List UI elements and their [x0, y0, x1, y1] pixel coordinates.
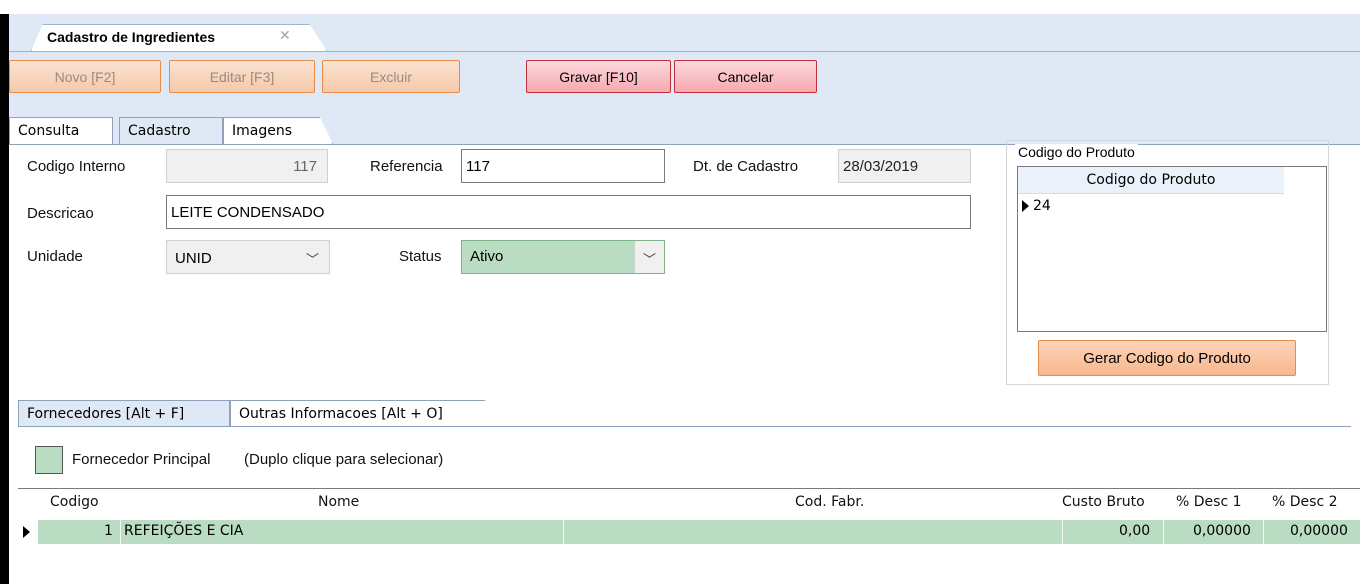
- produto-group-title: Codigo do Produto: [1015, 144, 1138, 160]
- status-select-value: Ativo: [470, 248, 504, 265]
- chevron-down-icon: ﹀: [305, 252, 319, 267]
- descricao-label: Descricao: [27, 205, 94, 222]
- row-pointer-icon: [1022, 200, 1029, 212]
- col-header-desc1[interactable]: % Desc 1: [1176, 494, 1242, 510]
- chevron-down-icon: ﹀: [642, 252, 656, 267]
- status-select[interactable]: Ativo ﹀: [461, 240, 665, 274]
- legend-label: Fornecedor Principal: [72, 451, 211, 468]
- row-pointer-icon: [23, 526, 30, 538]
- unidade-label: Unidade: [27, 248, 83, 265]
- tab-cadastro[interactable]: Cadastro: [119, 117, 223, 144]
- col-header-nome[interactable]: Nome: [318, 494, 359, 510]
- cell-codigo: 1: [104, 523, 113, 539]
- status-dropdown-button[interactable]: ﹀: [634, 241, 664, 273]
- cell-nome: REFEIÇÕES E CIA: [124, 523, 244, 539]
- legend-hint: (Duplo clique para selecionar): [244, 451, 444, 468]
- tab-fornecedores[interactable]: Fornecedores [Alt + F]: [18, 400, 230, 427]
- window-left-border: [0, 14, 9, 584]
- produto-grid-row[interactable]: 24: [1018, 195, 1284, 219]
- produto-grid[interactable]: Codigo do Produto 24: [1017, 166, 1327, 332]
- subtabs-divider: [18, 426, 1351, 427]
- col-header-codigo[interactable]: Codigo: [50, 494, 99, 510]
- codigo-interno-label: Codigo Interno: [27, 158, 126, 175]
- tab-imagens[interactable]: Imagens: [223, 117, 333, 144]
- descricao-field[interactable]: LEITE CONDENSADO: [166, 195, 971, 229]
- screen-top-margin: [0, 0, 1360, 14]
- novo-button[interactable]: Novo [F2]: [9, 60, 161, 93]
- cell-desc2: 0,00000: [1290, 523, 1348, 539]
- editar-button[interactable]: Editar [F3]: [169, 60, 315, 93]
- produto-grid-header: Codigo do Produto: [1018, 167, 1284, 194]
- referencia-label: Referencia: [370, 158, 443, 175]
- col-header-cod-fabr[interactable]: Cod. Fabr.: [795, 494, 864, 510]
- gravar-button[interactable]: Gravar [F10]: [526, 60, 671, 93]
- codigo-interno-field: 117: [166, 149, 328, 183]
- document-tab-title: Cadastro de Ingredientes: [47, 29, 216, 45]
- column-separator: [1263, 520, 1264, 544]
- col-header-custo-bruto[interactable]: Custo Bruto: [1062, 494, 1145, 510]
- fornecedor-principal-swatch: [35, 446, 63, 474]
- column-separator: [563, 520, 564, 544]
- gerar-codigo-button[interactable]: Gerar Codigo do Produto: [1038, 340, 1296, 376]
- dt-cadastro-label: Dt. de Cadastro: [693, 158, 799, 175]
- column-separator: [1062, 520, 1063, 544]
- unidade-select[interactable]: UNID ﹀: [166, 240, 330, 274]
- tab-outras-informacoes[interactable]: Outras Informacoes [Alt + O]: [230, 400, 513, 427]
- cancelar-button[interactable]: Cancelar: [674, 60, 817, 93]
- column-separator: [120, 520, 121, 544]
- produto-code: 24: [1033, 198, 1051, 214]
- cell-custo-bruto: 0,00: [1119, 523, 1151, 539]
- excluir-button[interactable]: Excluir: [322, 60, 460, 93]
- cell-desc1: 0,00000: [1193, 523, 1251, 539]
- tab-consulta[interactable]: Consulta: [9, 117, 113, 144]
- dt-cadastro-field: 28/03/2019: [838, 149, 971, 183]
- status-label: Status: [399, 248, 442, 265]
- referencia-field[interactable]: 117: [461, 149, 665, 183]
- column-separator: [1163, 520, 1164, 544]
- toolbar-divider: [9, 51, 1360, 52]
- close-icon[interactable]: ✕: [279, 28, 291, 44]
- unidade-select-value: UNID: [175, 250, 212, 267]
- col-header-desc2[interactable]: % Desc 2: [1272, 494, 1338, 510]
